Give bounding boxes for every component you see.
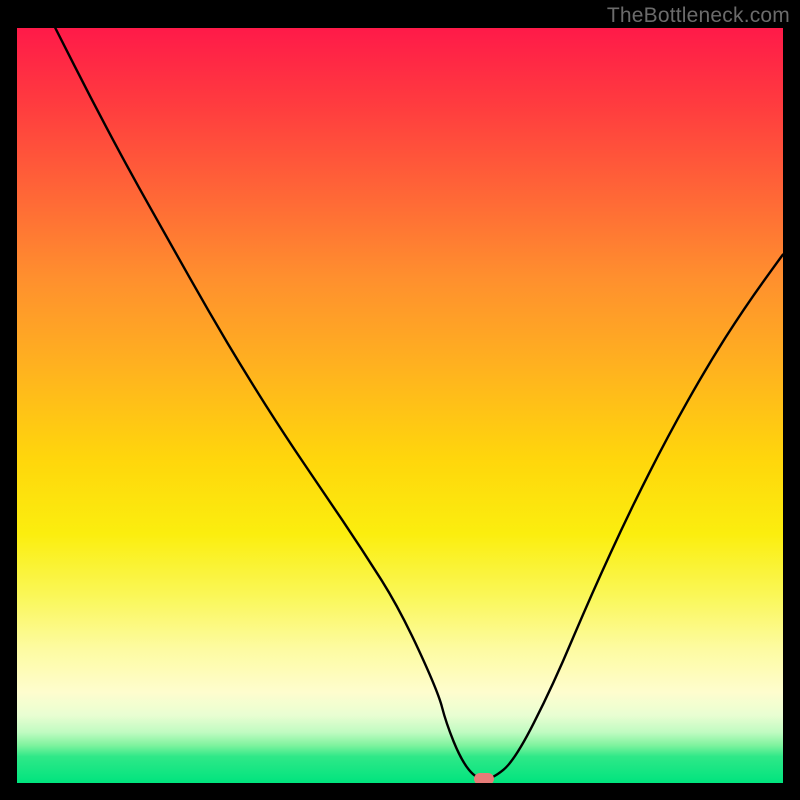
optimal-marker — [474, 773, 494, 783]
watermark-text: TheBottleneck.com — [607, 4, 790, 28]
chart-frame: TheBottleneck.com — [0, 0, 800, 800]
plot-area — [17, 28, 783, 783]
bottleneck-curve — [17, 28, 783, 783]
